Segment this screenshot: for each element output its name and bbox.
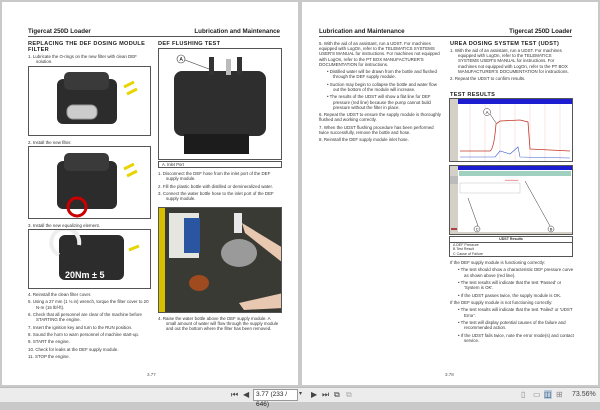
- step-text: 1. With the aid of an assistant, run a U…: [450, 48, 569, 74]
- next-view-icon[interactable]: ⧉: [346, 390, 352, 400]
- running-header-right: Lubrication and Maintenance: [194, 28, 280, 35]
- step-text: 4. Reinstall the clean filter cover.: [28, 292, 92, 297]
- step-text: 8. Sound the horn to warn personnel of m…: [28, 331, 140, 337]
- list-item: • The test results will indicate that th…: [458, 279, 562, 291]
- udst-pressure-graph: A: [449, 98, 573, 162]
- first-page-icon[interactable]: ⏮: [231, 390, 238, 400]
- step-text: 9. START the engine.: [28, 339, 70, 345]
- continuous-icon[interactable]: ▭: [533, 390, 541, 399]
- list-item: • Distilled water will be drawn from the…: [327, 69, 437, 80]
- list-item: If the DEF supply module is functioning …: [450, 260, 546, 265]
- step-text: 6. Check that all personnel are clear of…: [28, 311, 142, 323]
- prev-page-icon[interactable]: ◀: [243, 390, 249, 399]
- step-text: 1. Disconnect the DEF hose from the inle…: [158, 171, 271, 182]
- header-rule: [319, 36, 572, 37]
- prev-view-icon[interactable]: ⧉: [334, 390, 340, 400]
- list-item: • If the UDST fails twice, note the erro…: [458, 332, 574, 343]
- pdf-page-right: Lubrication and Maintenance Tigercat 250…: [302, 2, 598, 385]
- last-page-icon[interactable]: ⏭: [322, 390, 329, 400]
- step-text: 10. Check for leaks at the DEF supply mo…: [28, 346, 119, 352]
- def-module-figure: A: [158, 48, 282, 160]
- next-page-icon[interactable]: ▶: [311, 390, 317, 399]
- step-text: 1. Lubricate the O-rings on the new filt…: [28, 54, 137, 65]
- callout-a: A: [486, 110, 489, 115]
- list-item: • The test results will indicate that th…: [458, 307, 573, 318]
- running-header-right: Tigercat 250D Loader: [509, 28, 572, 35]
- figure-caption: A. Inlet Port: [158, 161, 282, 168]
- flushing-step-4: 4. Raise the water bottle above the DEF …: [158, 316, 280, 334]
- callout-c: C: [476, 227, 479, 232]
- list-item: • Suction may begin to collapse the bott…: [327, 81, 437, 92]
- pdf-page-left: Tigercat 250D Loader Lubrication and Mai…: [2, 2, 298, 385]
- two-page-continuous-icon[interactable]: ⊞: [556, 390, 563, 399]
- list-item: • The results of the UDST will show a fl…: [327, 94, 431, 110]
- section-title-replacing-filter: REPLACING THE DEF DOSING MODULE FILTER: [28, 41, 146, 53]
- list-item: • If the UDST passes twice, the supply m…: [458, 292, 562, 298]
- step-text: 3. Connect the water bottle hose to the …: [158, 190, 274, 202]
- header-rule: [28, 36, 280, 37]
- flushing-steps-1-3: 1. Disconnect the DEF hose from the inle…: [158, 171, 280, 204]
- udst-interpretation: If the DEF supply module is functioning …: [450, 260, 574, 345]
- list-item: If the DEF supply module is not function…: [450, 299, 553, 305]
- filter-figure-2: [28, 146, 151, 219]
- step-text: 3. Install the new equalizing element.: [28, 223, 101, 228]
- filter-figure-1: [28, 66, 151, 136]
- page-dropdown-icon[interactable]: ▾: [299, 390, 302, 397]
- svg-text:━━━━━━━━━: ━━━━━━━━━: [504, 179, 519, 182]
- page-number: 3.77: [147, 372, 156, 377]
- section-title-udst: UREA DOSING SYSTEM TEST (UDST): [450, 41, 560, 47]
- step-text: 2. Repeat the UDST to confirm results.: [450, 76, 526, 82]
- step-text: 11. STOP the engine.: [28, 354, 70, 360]
- running-header-left: Tigercat 250D Loader: [28, 28, 91, 35]
- step-text: 2. Fill the plastic bottle with distille…: [158, 183, 273, 189]
- udst-steps: 1. With the aid of an assistant, run a U…: [450, 48, 572, 84]
- udst-results-table: UDST Results A DEF Pressure B Test Resul…: [449, 236, 573, 257]
- single-page-icon[interactable]: ▯: [521, 390, 525, 399]
- torque-label: 20Nm ± 5: [65, 270, 104, 280]
- zoom-level[interactable]: 73.56%: [572, 391, 596, 398]
- list-item: 7. When the UDST flushing procedure has …: [319, 124, 434, 135]
- running-header-left: Lubrication and Maintenance: [319, 28, 405, 35]
- udst-flush-steps: 5. With the aid of an assistant, run a U…: [319, 41, 441, 145]
- list-item: 6. Repeat the UDST to ensure the supply …: [319, 112, 441, 123]
- two-page-icon[interactable]: ◫: [544, 390, 552, 399]
- table-row: C Cause of Failure: [453, 251, 483, 256]
- section-title-def-flushing: DEF FLUSHING TEST: [158, 41, 221, 47]
- engine-bay-photo: [158, 207, 282, 313]
- udst-results-screen: ━━━━━━━━━ C B: [449, 165, 573, 235]
- callout-b: B: [550, 227, 553, 232]
- pdf-viewer-toolbar: ⏮ ◀ 3.77 (233 / 646) ▾ ▶ ⏭ ⧉ ⧉ ▯ ▭ ◫ ⊞ 7…: [0, 387, 600, 408]
- filter-figure-3: 20Nm ± 5: [28, 229, 151, 289]
- step-1: 1. Lubricate the O-rings on the new filt…: [28, 54, 150, 67]
- step-text: 4. Raise the water bottle above the DEF …: [158, 316, 279, 332]
- step-text: 5. Using a 27 mm (1 ⅛ in) wrench, torque…: [28, 299, 149, 310]
- step-text: 7. Insert the ignition key and turn to t…: [28, 324, 133, 330]
- list-item: 8. Reinstall the DEF supply module inlet…: [319, 137, 409, 143]
- list-item: • The test should show a characteristic …: [458, 267, 574, 278]
- list-item: 5. With the aid of an assistant, run a U…: [319, 41, 440, 67]
- page-number-input[interactable]: 3.77 (233 / 646): [253, 389, 298, 408]
- steps-4-11: 4. Reinstall the clean filter cover. 5. …: [28, 292, 150, 362]
- page-number: 3.78: [445, 372, 454, 377]
- step-text: 2. Install the new filter.: [28, 140, 72, 145]
- list-item: • The test will display potential causes…: [458, 319, 566, 331]
